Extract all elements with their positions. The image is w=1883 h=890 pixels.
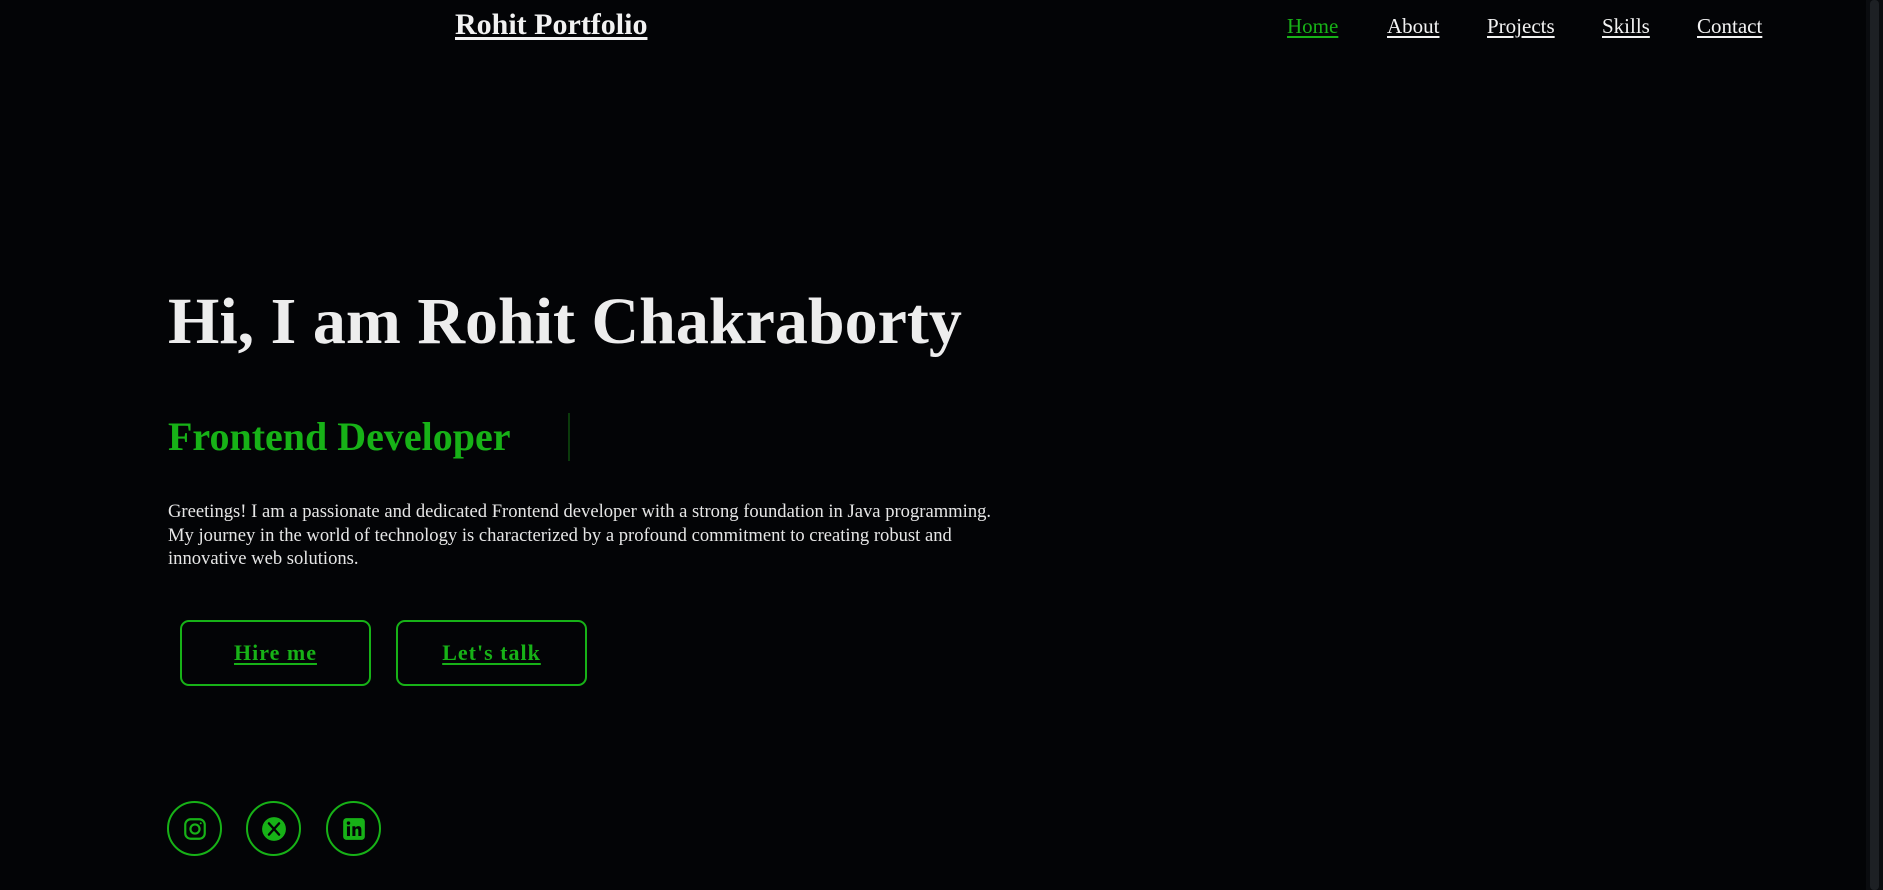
page: Rohit Portfolio Home About Projects Skil… — [0, 0, 1883, 890]
vertical-scrollbar[interactable] — [1866, 0, 1883, 890]
nav-home-link[interactable]: Home — [1287, 14, 1338, 39]
bio-paragraph: Greetings! I am a passionate and dedicat… — [168, 501, 992, 569]
linkedin-link[interactable] — [326, 801, 381, 856]
hire-me-button[interactable]: Hire me — [180, 620, 371, 686]
linkedin-icon — [342, 817, 365, 840]
instagram-link[interactable] — [167, 801, 222, 856]
x-twitter-icon — [261, 816, 286, 841]
typing-cursor — [568, 413, 570, 461]
nav-contact-link[interactable]: Contact — [1697, 14, 1762, 39]
hero-title: Hi, I am Rohit Chakraborty — [168, 285, 962, 358]
role-title: Frontend Developer — [168, 414, 511, 459]
x-twitter-link[interactable] — [246, 801, 301, 856]
main-nav: Home About Projects Skills Contact — [0, 14, 1883, 44]
scrollbar-thumb[interactable] — [1870, 0, 1879, 890]
nav-about-link[interactable]: About — [1387, 14, 1440, 39]
lets-talk-button[interactable]: Let's talk — [396, 620, 587, 686]
instagram-icon — [183, 817, 206, 840]
nav-skills-link[interactable]: Skills — [1602, 14, 1650, 39]
nav-projects-link[interactable]: Projects — [1487, 14, 1555, 39]
